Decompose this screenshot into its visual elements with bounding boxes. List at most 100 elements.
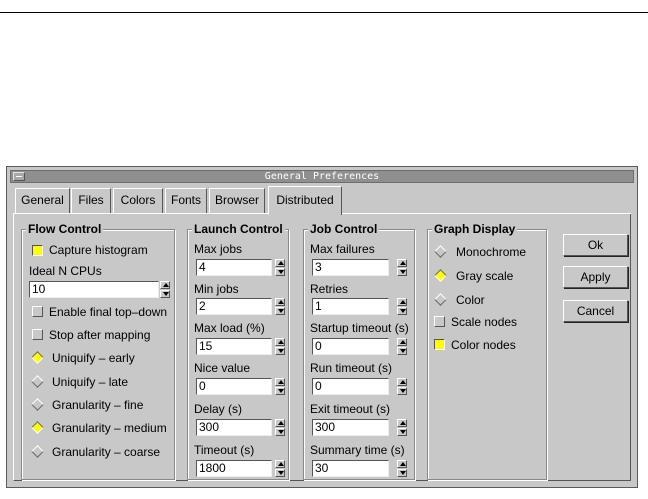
max-failures-field[interactable]: 3 bbox=[312, 259, 389, 276]
summary-time-stepper[interactable] bbox=[397, 460, 407, 477]
stepper-up-icon[interactable] bbox=[275, 298, 285, 306]
color-nodes-label: Color nodes bbox=[451, 338, 516, 352]
ideal-cpus-stepper[interactable] bbox=[160, 281, 170, 298]
stepper-up-icon[interactable] bbox=[397, 259, 407, 267]
color-label: Color bbox=[456, 293, 485, 307]
stepper-up-icon[interactable] bbox=[275, 378, 285, 386]
tab-browser[interactable]: Browser bbox=[209, 188, 265, 213]
min-jobs-field[interactable]: 2 bbox=[196, 298, 272, 315]
stepper-up-icon[interactable] bbox=[275, 338, 285, 346]
flow-control-title: Flow Control bbox=[26, 222, 104, 236]
top-divider bbox=[0, 12, 648, 13]
min-jobs-stepper[interactable] bbox=[275, 298, 285, 315]
delay-stepper[interactable] bbox=[275, 419, 285, 436]
stepper-up-icon[interactable] bbox=[397, 298, 407, 306]
stepper-down-icon[interactable] bbox=[275, 387, 285, 395]
delay-field[interactable]: 300 bbox=[196, 419, 272, 436]
startup-timeout-label: Startup timeout (s) bbox=[310, 321, 409, 335]
enable-final-top-down-label: Enable final top–down bbox=[49, 305, 168, 319]
stepper-up-icon[interactable] bbox=[397, 419, 407, 427]
stepper-up-icon[interactable] bbox=[160, 281, 170, 289]
capture-histogram-label: Capture histogram bbox=[49, 243, 148, 257]
stepper-down-icon[interactable] bbox=[397, 428, 407, 436]
stop-after-mapping-checkbox[interactable] bbox=[32, 329, 43, 340]
startup-timeout-stepper[interactable] bbox=[397, 338, 407, 355]
graph-display-title: Graph Display bbox=[432, 222, 518, 236]
run-timeout-label: Run timeout (s) bbox=[310, 361, 393, 375]
stop-after-mapping-label: Stop after mapping bbox=[49, 328, 151, 342]
retries-stepper[interactable] bbox=[397, 298, 407, 315]
nice-value-stepper[interactable] bbox=[275, 378, 285, 395]
retries-field[interactable]: 1 bbox=[312, 298, 389, 315]
scale-nodes-checkbox[interactable] bbox=[434, 316, 445, 327]
timeout-stepper[interactable] bbox=[275, 460, 285, 477]
uniquify-late-label: Uniquify – late bbox=[52, 375, 129, 389]
summary-time-label: Summary time (s) bbox=[310, 443, 405, 457]
cancel-button[interactable]: Cancel bbox=[563, 300, 628, 322]
max-failures-stepper[interactable] bbox=[397, 259, 407, 276]
timeout-label: Timeout (s) bbox=[194, 443, 255, 457]
gray-scale-label: Gray scale bbox=[456, 269, 514, 283]
stepper-down-icon[interactable] bbox=[397, 307, 407, 315]
color-nodes-checkbox[interactable] bbox=[434, 339, 445, 350]
stepper-up-icon[interactable] bbox=[397, 338, 407, 346]
stepper-down-icon[interactable] bbox=[275, 428, 285, 436]
stepper-up-icon[interactable] bbox=[275, 419, 285, 427]
stepper-up-icon[interactable] bbox=[397, 378, 407, 386]
tab-files[interactable]: Files bbox=[71, 188, 111, 213]
max-jobs-stepper[interactable] bbox=[275, 259, 285, 276]
job-control-title: Job Control bbox=[308, 222, 380, 236]
retries-label: Retries bbox=[310, 282, 349, 296]
launch-control-title: Launch Control bbox=[192, 222, 285, 236]
max-jobs-field[interactable]: 4 bbox=[196, 259, 272, 276]
tab-general[interactable]: General bbox=[15, 188, 70, 213]
summary-time-field[interactable]: 30 bbox=[312, 460, 389, 477]
stepper-down-icon[interactable] bbox=[397, 347, 407, 355]
ok-button[interactable]: Ok bbox=[563, 234, 628, 256]
max-failures-label: Max failures bbox=[310, 242, 375, 256]
title-bar[interactable]: General Preferences bbox=[10, 170, 634, 183]
timeout-field[interactable]: 1800 bbox=[196, 460, 272, 477]
general-preferences-dialog: General Preferences General Files Colors… bbox=[6, 166, 638, 488]
exit-timeout-stepper[interactable] bbox=[397, 419, 407, 436]
tab-colors[interactable]: Colors bbox=[113, 188, 163, 213]
window-title: General Preferences bbox=[264, 171, 380, 182]
granularity-fine-label: Granularity – fine bbox=[52, 398, 144, 412]
exit-timeout-label: Exit timeout (s) bbox=[310, 402, 391, 416]
stepper-up-icon[interactable] bbox=[397, 460, 407, 468]
stepper-down-icon[interactable] bbox=[275, 307, 285, 315]
stepper-down-icon[interactable] bbox=[397, 387, 407, 395]
stepper-up-icon[interactable] bbox=[275, 460, 285, 468]
stepper-down-icon[interactable] bbox=[275, 347, 285, 355]
run-timeout-field[interactable]: 0 bbox=[312, 378, 389, 395]
apply-button[interactable]: Apply bbox=[563, 266, 628, 288]
nice-value-label: Nice value bbox=[194, 361, 251, 375]
stepper-down-icon[interactable] bbox=[275, 268, 285, 276]
ideal-cpus-label: Ideal N CPUs bbox=[29, 264, 102, 278]
max-load-stepper[interactable] bbox=[275, 338, 285, 355]
ideal-cpus-field[interactable]: 10 bbox=[29, 281, 159, 298]
run-timeout-stepper[interactable] bbox=[397, 378, 407, 395]
max-jobs-label: Max jobs bbox=[194, 242, 243, 256]
tab-distributed[interactable]: Distributed bbox=[268, 186, 342, 215]
monochrome-label: Monochrome bbox=[456, 245, 527, 259]
scale-nodes-label: Scale nodes bbox=[451, 315, 518, 329]
max-load-field[interactable]: 15 bbox=[196, 338, 272, 355]
stepper-down-icon[interactable] bbox=[397, 268, 407, 276]
nice-value-field[interactable]: 0 bbox=[196, 378, 272, 395]
capture-histogram-checkbox[interactable] bbox=[32, 245, 43, 256]
delay-label: Delay (s) bbox=[194, 402, 243, 416]
stepper-down-icon[interactable] bbox=[160, 290, 170, 298]
granularity-medium-label: Granularity – medium bbox=[52, 421, 167, 435]
graph-display-group: Graph Display bbox=[427, 222, 547, 480]
stepper-down-icon[interactable] bbox=[275, 469, 285, 477]
stepper-down-icon[interactable] bbox=[397, 469, 407, 477]
uniquify-early-label: Uniquify – early bbox=[52, 351, 135, 365]
min-jobs-label: Min jobs bbox=[194, 282, 239, 296]
stepper-up-icon[interactable] bbox=[275, 259, 285, 267]
enable-final-top-down-checkbox[interactable] bbox=[32, 306, 43, 317]
exit-timeout-field[interactable]: 300 bbox=[312, 419, 389, 436]
startup-timeout-field[interactable]: 0 bbox=[312, 338, 389, 355]
tab-fonts[interactable]: Fonts bbox=[165, 188, 207, 213]
granularity-coarse-label: Granularity – coarse bbox=[52, 445, 161, 459]
